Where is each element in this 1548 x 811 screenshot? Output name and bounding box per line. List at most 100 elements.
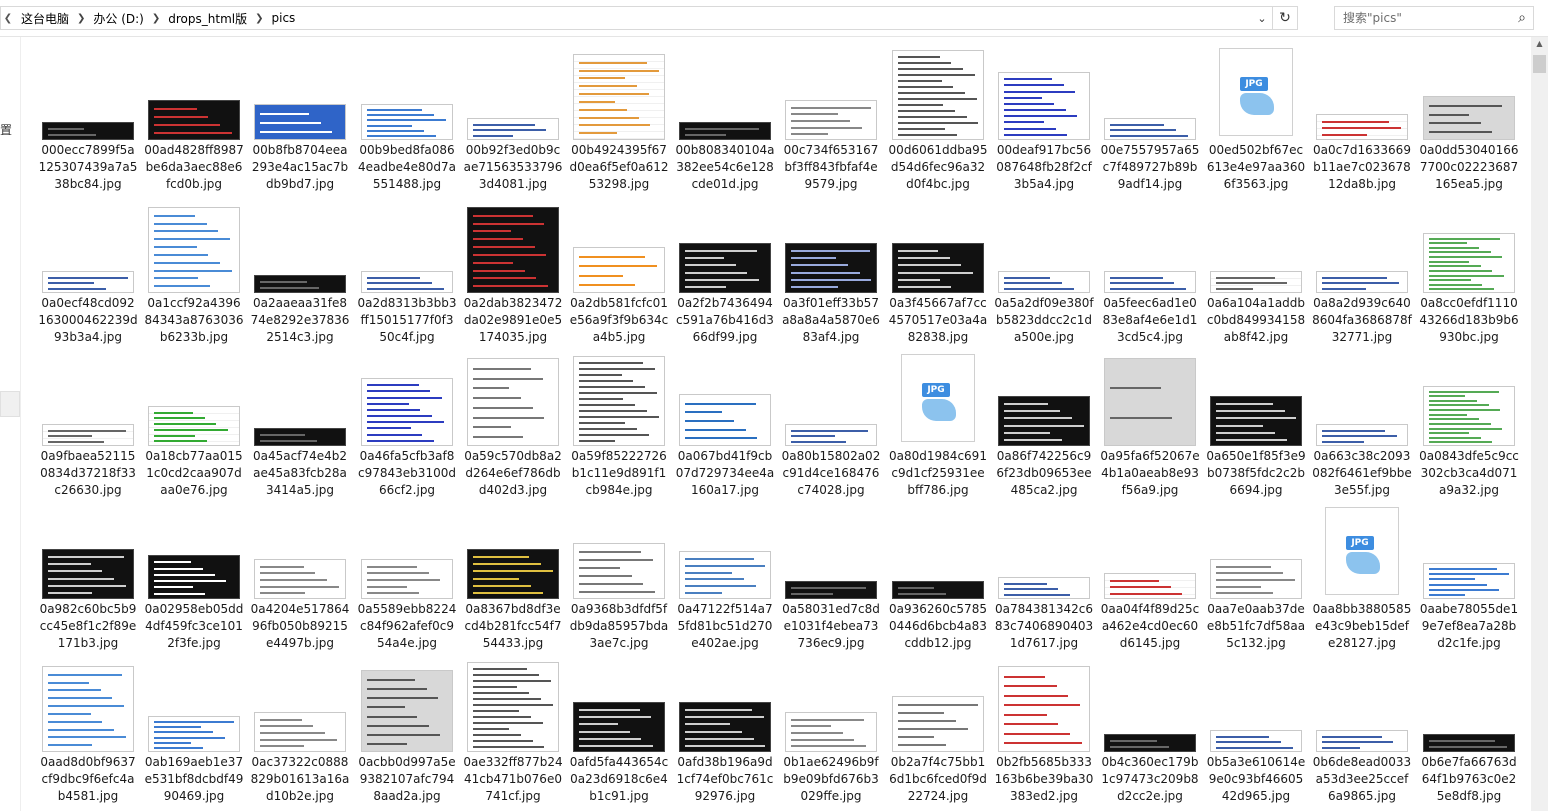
file-thumbnail-area[interactable] [1421,195,1517,293]
file-item[interactable]: 0a2db581fcfc01e56a9f3f9b634ca4b5.jpg [569,195,669,345]
file-thumbnail-area[interactable]: JPG [1208,42,1304,140]
file-item[interactable]: 0a9368b3dfdf5fdb9da85957bda3ae7c.jpg [569,501,669,651]
file-thumbnail-area[interactable] [1314,348,1410,446]
file-item[interactable]: 00c734f653167bf3ff843fbfaf4e9579.jpg [781,42,881,192]
file-item[interactable]: 00ad4828ff8987be6da3aec88e6fcd0b.jpg [144,42,244,192]
file-name[interactable]: 0a936260c57850446d6bcb4a83cddb12.jpg [888,601,988,652]
image-thumbnail[interactable] [1104,358,1196,446]
file-name[interactable]: 0b1ae62496b9fb9e09bfd676b3029ffe.jpg [781,754,881,805]
file-thumbnail-area[interactable] [890,195,986,293]
file-thumbnail-area[interactable] [783,195,879,293]
file-item[interactable]: 0a2dab3823472da02e9891e0e5174035.jpg [463,195,563,345]
file-thumbnail-area[interactable] [1208,654,1304,752]
file-name[interactable]: 0a9368b3dfdf5fdb9da85957bda3ae7c.jpg [569,601,669,652]
file-thumbnail-area[interactable] [40,348,136,446]
image-thumbnail[interactable] [148,100,240,140]
image-thumbnail[interactable] [1104,118,1196,140]
jpg-file-icon[interactable]: JPG [1219,48,1293,136]
file-name[interactable]: 0a4204e51786496fb050b89215e4497b.jpg [250,601,350,652]
chevron-right-icon[interactable]: ❯ [150,13,162,24]
file-name[interactable]: 0a2d8313b3bb3ff15015177f0f350c4f.jpg [357,295,457,346]
file-item[interactable]: 0ab169aeb1e37e531bf8dcbdf4990469.jpg [144,654,244,804]
file-thumbnail-area[interactable] [1208,348,1304,446]
file-item[interactable]: JPG 0a80d1984c691c9d1cf25931eebff786.jpg [888,348,988,498]
file-item[interactable]: 0acbb0d997a5e9382107afc7948aad2a.jpg [357,654,457,804]
image-thumbnail[interactable] [573,356,665,446]
file-thumbnail-area[interactable] [783,654,879,752]
file-name[interactable]: 0a2db581fcfc01e56a9f3f9b634ca4b5.jpg [569,295,669,346]
file-item[interactable]: 0a4204e51786496fb050b89215e4497b.jpg [250,501,350,651]
image-thumbnail[interactable] [1210,271,1302,293]
file-item[interactable]: 00b9bed8fa0864eadbe4e80d7a551488.jpg [357,42,457,192]
file-name[interactable]: 0a45acf74e4b2ae45a83fcb28a3414a5.jpg [250,448,350,499]
file-item[interactable]: 0ae332ff877b2441cb471b076e0741cf.jpg [463,654,563,804]
file-thumbnail-area[interactable] [677,501,773,599]
file-name[interactable]: 0a80d1984c691c9d1cf25931eebff786.jpg [888,448,988,499]
file-item[interactable]: 0ac37322c0888829b01613a16ad10b2e.jpg [250,654,350,804]
file-name[interactable]: 00c734f653167bf3ff843fbfaf4e9579.jpg [781,142,881,193]
image-thumbnail[interactable] [254,428,346,446]
file-thumbnail-area[interactable] [996,348,1092,446]
file-item[interactable]: 0a784381342c683c74068904031d7617.jpg [994,501,1094,651]
file-thumbnail-area[interactable] [1102,195,1198,293]
jpg-file-icon[interactable]: JPG [901,354,975,442]
file-thumbnail-area[interactable] [677,654,773,752]
file-item[interactable]: 00deaf917bc56087648fb28f2cf3b5a4.jpg [994,42,1094,192]
file-thumbnail-area[interactable] [677,195,773,293]
file-item[interactable]: 0a067bd41f9cb07d729734ee4a160a17.jpg [675,348,775,498]
image-thumbnail[interactable] [467,207,559,293]
file-thumbnail-area[interactable] [1314,42,1410,140]
file-thumbnail-area[interactable] [1421,348,1517,446]
file-thumbnail-area[interactable] [146,501,242,599]
file-thumbnail-area[interactable]: JPG [1314,501,1410,599]
image-thumbnail[interactable] [42,424,134,446]
file-thumbnail-area[interactable] [252,654,348,752]
file-item[interactable]: 00b4924395f67d0ea6f5ef0a61253298.jpg [569,42,669,192]
file-item[interactable]: 0b2fb5685b333163b6be39ba30383ed2.jpg [994,654,1094,804]
file-item[interactable]: 0a8367bd8df3ecd4b281fcc54f754433.jpg [463,501,563,651]
image-thumbnail[interactable] [254,104,346,140]
file-name[interactable]: 0b2a7f4c75bb16d1bc6fced0f9d22724.jpg [888,754,988,805]
file-name[interactable]: 0a18cb77aa0151c0cd2caa907daa0e76.jpg [144,448,244,499]
file-name[interactable]: 00e7557957a65c7f489727b89b9adf14.jpg [1100,142,1200,193]
file-item[interactable]: 0aad8d0bf9637cf9dbc9f6efc4ab4581.jpg [38,654,138,804]
image-thumbnail[interactable] [148,207,240,293]
file-name[interactable]: 00ed502bf67ec613e4e97aa3606f3563.jpg [1206,142,1306,193]
image-thumbnail[interactable] [892,696,984,752]
file-name[interactable]: 00b92f3ed0b9cae715635337963d4081.jpg [463,142,563,193]
chevron-right-icon[interactable]: ❯ [253,13,265,24]
file-name[interactable]: 00b8fb8704eea293e4ac15ac7bdb9bd7.jpg [250,142,350,193]
image-thumbnail[interactable] [148,406,240,446]
image-thumbnail[interactable] [148,555,240,599]
file-item[interactable]: 0a936260c57850446d6bcb4a83cddb12.jpg [888,501,988,651]
file-thumbnail-area[interactable] [465,654,561,752]
image-thumbnail[interactable] [361,378,453,446]
file-name[interactable]: 00b9bed8fa0864eadbe4e80d7a551488.jpg [357,142,457,193]
file-name[interactable]: 000ecc7899f5a125307439a7a538bc84.jpg [38,142,138,193]
file-thumbnail-area[interactable] [252,195,348,293]
file-item[interactable]: 0a58031ed7c8de1031f4ebea73736ec9.jpg [781,501,881,651]
image-thumbnail[interactable] [1423,386,1515,446]
file-name[interactable]: 0a0dd530401667700c02223687165ea5.jpg [1419,142,1519,193]
image-thumbnail[interactable] [998,271,1090,293]
file-name[interactable]: 00b808340104a382ee54c6e128cde01d.jpg [675,142,775,193]
image-thumbnail[interactable] [998,72,1090,140]
file-name[interactable]: 0b6e7fa66763d64f1b9763c0e25e8df8.jpg [1419,754,1519,805]
image-thumbnail[interactable] [42,271,134,293]
file-thumbnail-area[interactable] [783,501,879,599]
file-name[interactable]: 0aa04f4f89d25ca462e4cd0ec60d6145.jpg [1100,601,1200,652]
file-name[interactable]: 0a59f85222726b1c11e9d891f1cb984e.jpg [569,448,669,499]
file-name[interactable]: 0a80b15802a02c91d4ce168476c74028.jpg [781,448,881,499]
breadcrumb-item[interactable]: 这台电脑 [15,10,75,27]
file-name[interactable]: 0ac37322c0888829b01613a16ad10b2e.jpg [250,754,350,805]
breadcrumb[interactable]: ❮ 这台电脑 ❯ 办公 (D:) ❯ drops_html版 ❯ pics ⌄ … [0,6,1298,30]
image-thumbnail[interactable] [1316,730,1408,752]
image-thumbnail[interactable] [892,581,984,599]
file-item[interactable]: 0a3f45667af7cc4570517e03a4a82838.jpg [888,195,988,345]
file-name[interactable]: 0a8a2d939c6408604fa3686878f32771.jpg [1312,295,1412,346]
file-thumbnail-area[interactable] [996,501,1092,599]
file-thumbnail-area[interactable]: JPG [890,348,986,446]
file-thumbnail-area[interactable] [571,501,667,599]
nav-pane-selected-item[interactable] [0,391,20,417]
file-thumbnail-area[interactable] [890,501,986,599]
